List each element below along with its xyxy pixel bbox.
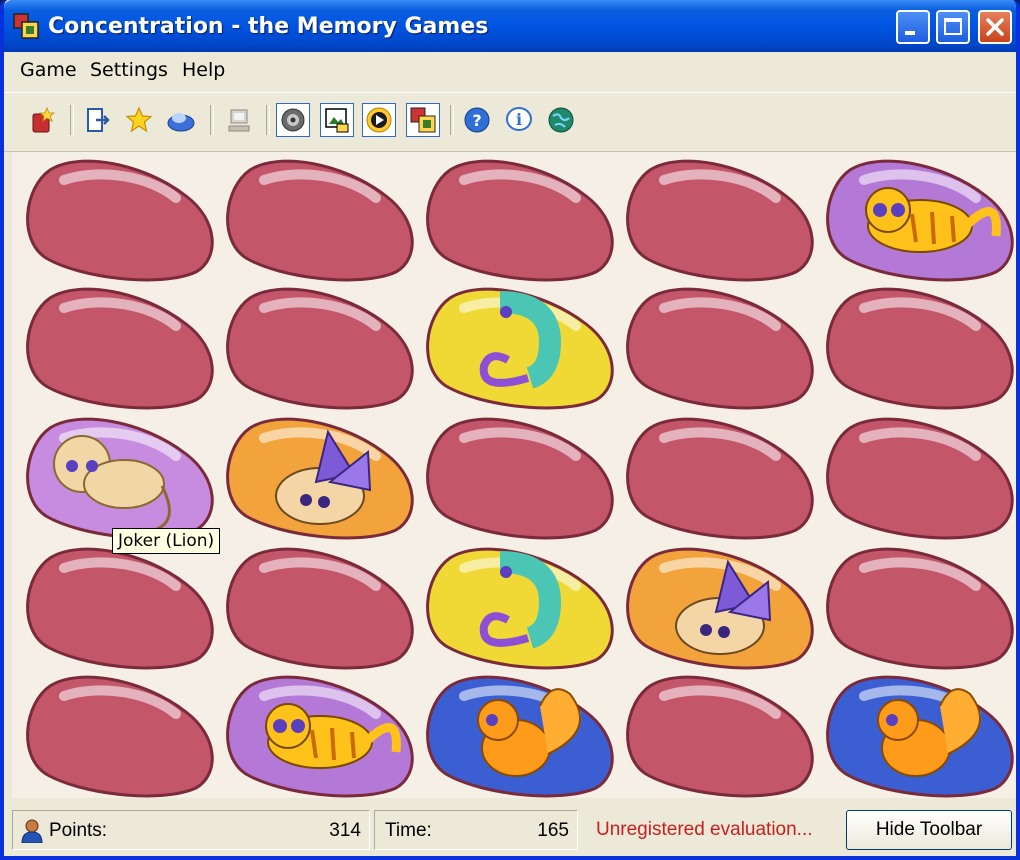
registration-status: Unregistered evaluation... (596, 819, 813, 840)
high-scores-button[interactable] (122, 103, 156, 137)
close-button[interactable] (978, 10, 1012, 44)
info-icon: i (506, 107, 532, 131)
hide-toolbar-button[interactable]: Hide Toolbar (846, 810, 1012, 850)
minimize-button[interactable] (896, 10, 930, 44)
card-face-down[interactable] (620, 412, 820, 540)
svg-text:?: ? (472, 111, 481, 130)
card-lion[interactable] (20, 412, 220, 540)
exit-button[interactable] (80, 103, 114, 137)
time-value: 165 (537, 820, 569, 841)
time-label: Time: (385, 820, 432, 841)
toolbar: ? i (4, 92, 1016, 152)
menu-help[interactable]: Help (182, 59, 225, 81)
card-face-down[interactable] (620, 154, 820, 282)
star-icon (125, 106, 153, 133)
music-play-icon (366, 107, 392, 133)
hint-disc-icon (167, 113, 195, 132)
card-bug[interactable] (620, 542, 820, 670)
picture-icon (325, 108, 349, 133)
help-icon: ? (464, 107, 490, 133)
card-face-down[interactable] (20, 154, 220, 282)
time-panel: Time: 165 (374, 810, 578, 850)
maximize-icon (944, 18, 962, 35)
card-face-down[interactable] (620, 282, 820, 410)
card-tooltip: Joker (Lion) (112, 528, 221, 554)
app-icon (13, 13, 39, 39)
about-button[interactable]: i (502, 103, 536, 137)
theme-toggle[interactable] (406, 103, 440, 137)
close-icon (986, 18, 1004, 36)
exit-door-icon (87, 108, 110, 132)
game-board (12, 152, 1016, 798)
points-label: Points: (49, 820, 108, 841)
music-toggle[interactable] (362, 103, 396, 137)
card-face-down[interactable] (220, 542, 420, 670)
pictures-toggle[interactable] (320, 103, 354, 137)
card-chameleon[interactable] (420, 542, 620, 670)
menu-bar: Game Settings Help (4, 52, 1016, 88)
toolbar-separator (450, 105, 454, 135)
card-squirrel[interactable] (820, 670, 1016, 798)
menu-game[interactable]: Game (20, 59, 77, 81)
theme-icon (410, 107, 436, 133)
card-face-down[interactable] (420, 412, 620, 540)
maximize-button[interactable] (936, 10, 970, 44)
app-window: Concentration - the Memory Games Game Se… (0, 0, 1020, 860)
card-bug[interactable] (220, 412, 420, 540)
new-game-icon (32, 106, 56, 133)
window-title: Concentration - the Memory Games (48, 14, 489, 39)
card-face-down[interactable] (620, 670, 820, 798)
minimize-icon (905, 31, 915, 35)
card-squirrel[interactable] (420, 670, 620, 798)
card-tiger[interactable] (820, 154, 1016, 282)
card-tiger[interactable] (220, 670, 420, 798)
title-bar[interactable]: Concentration - the Memory Games (4, 0, 1016, 52)
hint-button[interactable] (164, 103, 198, 137)
toolbar-separator (210, 105, 214, 135)
toolbar-separator (70, 105, 74, 135)
status-bar: Points: 314 Time: 165 Unregistered evalu… (4, 802, 1016, 856)
sound-toggle[interactable] (276, 103, 310, 137)
card-face-down[interactable] (20, 542, 220, 670)
website-button[interactable] (544, 103, 578, 137)
toolbar-separator (266, 105, 270, 135)
web-globe-icon (548, 107, 574, 133)
computer-player-button[interactable] (222, 103, 256, 137)
card-face-down[interactable] (20, 670, 220, 798)
card-face-down[interactable] (220, 154, 420, 282)
card-face-down[interactable] (820, 542, 1016, 670)
points-value: 314 (329, 820, 361, 841)
help-button[interactable]: ? (460, 103, 494, 137)
sound-icon (281, 108, 305, 132)
card-face-down[interactable] (420, 154, 620, 282)
card-face-down[interactable] (820, 412, 1016, 540)
computer-icon (228, 109, 250, 132)
menu-settings[interactable]: Settings (90, 59, 168, 81)
new-game-button[interactable] (26, 103, 60, 137)
card-face-down[interactable] (20, 282, 220, 410)
svg-text:i: i (516, 110, 522, 129)
card-chameleon[interactable] (420, 282, 620, 410)
card-face-down[interactable] (220, 282, 420, 410)
points-panel: Points: 314 (12, 810, 370, 850)
player-icon (21, 819, 43, 843)
card-face-down[interactable] (820, 282, 1016, 410)
